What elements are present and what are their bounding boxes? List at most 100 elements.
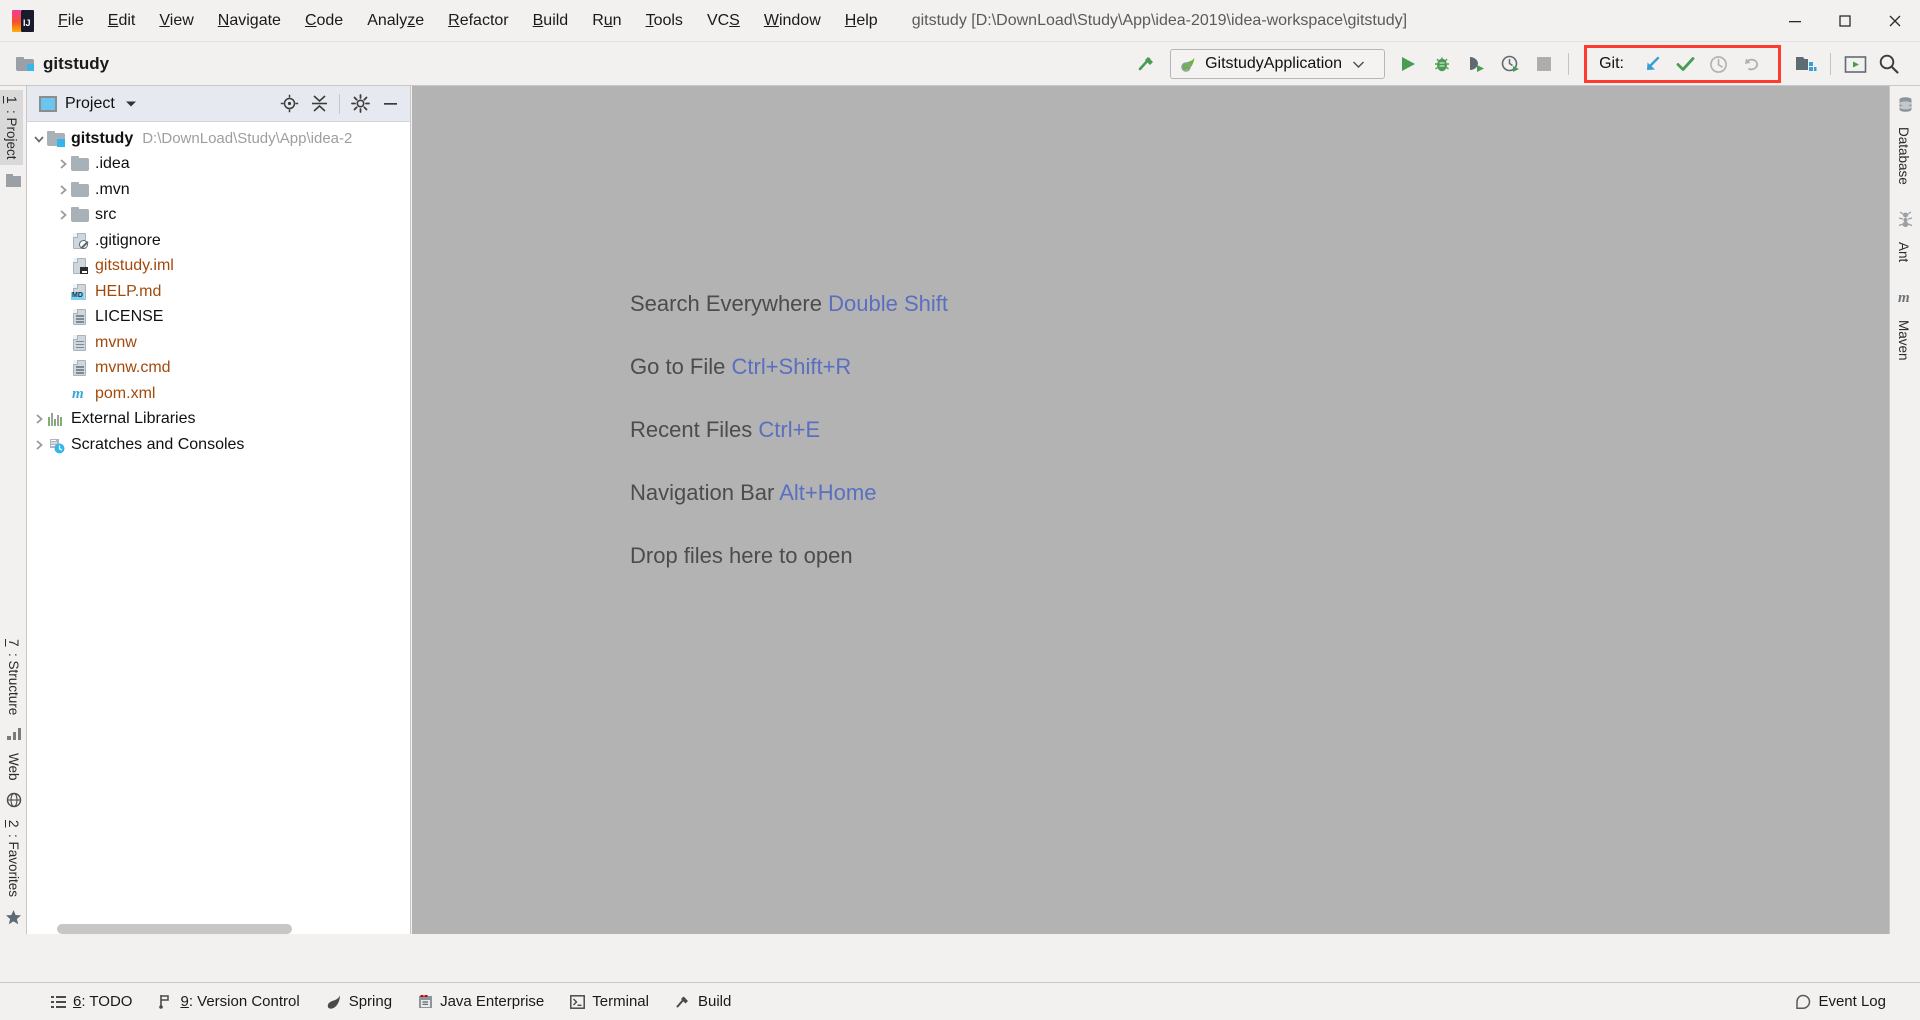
gear-icon[interactable] xyxy=(346,90,374,118)
menu-run[interactable]: Run xyxy=(580,0,633,42)
terminal-icon xyxy=(570,994,586,1009)
chevron-down-icon[interactable] xyxy=(125,100,137,108)
tree-label: src xyxy=(95,206,117,224)
git-rollback-icon[interactable] xyxy=(1735,49,1768,79)
status-item-version-control[interactable]: 9: Version Control xyxy=(145,983,312,1020)
minimize-button[interactable] xyxy=(1770,0,1820,42)
expand-arrow-icon[interactable] xyxy=(31,411,47,427)
sidebar-item-ant[interactable]: Ant xyxy=(1890,234,1917,270)
tree-row[interactable]: Scratches and Consoles xyxy=(27,432,410,458)
status-bar: 6: TODO 9: Version Control Spring Java E… xyxy=(0,982,1920,1020)
menu-window[interactable]: Window xyxy=(752,0,833,42)
sidebar-item-web[interactable]: Web xyxy=(2,747,25,787)
menu-navigate[interactable]: Navigate xyxy=(206,0,293,42)
tree-row[interactable]: m pom.xml xyxy=(27,381,410,407)
expand-arrow-icon[interactable] xyxy=(55,182,71,198)
sidebar-item-database[interactable]: Database xyxy=(1890,119,1917,193)
status-build-label: Build xyxy=(697,993,732,1010)
status-item-spring[interactable]: Spring xyxy=(313,983,405,1020)
collapse-all-icon[interactable] xyxy=(305,90,333,118)
sidebar-item-maven[interactable]: Maven xyxy=(1890,312,1917,369)
git-show-history-icon[interactable] xyxy=(1702,49,1735,79)
tree-label: gitstudy xyxy=(71,129,134,147)
sidebar-item-project[interactable]: 1: Project xyxy=(0,90,23,166)
status-item-build[interactable]: Build xyxy=(662,983,744,1020)
tree-row[interactable]: gitstudy D:\DownLoad\Study\App\idea-2 xyxy=(27,126,410,152)
toolbar-separator-2 xyxy=(1830,53,1831,75)
hint-shortcut: Ctrl+E xyxy=(758,417,821,442)
menu-build[interactable]: Build xyxy=(521,0,581,42)
tree-label: pom.xml xyxy=(95,384,156,402)
tree-row[interactable]: .gitignore xyxy=(27,228,410,254)
run-with-coverage-button[interactable] xyxy=(1459,47,1493,81)
tree-row[interactable]: LICENSE xyxy=(27,305,410,331)
build-hammer-icon[interactable] xyxy=(1130,47,1164,81)
hide-panel-icon[interactable] xyxy=(376,90,404,118)
structure-mini-icon[interactable] xyxy=(0,173,27,189)
tree-row[interactable]: gitstudy.iml xyxy=(27,254,410,280)
menu-tools[interactable]: Tools xyxy=(634,0,695,42)
tree-project-path: D:\DownLoad\Study\App\idea-2 xyxy=(142,130,353,148)
folder-icon xyxy=(71,206,89,224)
git-commit-icon[interactable] xyxy=(1669,49,1702,79)
iml-file-icon xyxy=(71,257,89,275)
stripe-project-num: 1 xyxy=(4,96,19,104)
tree-label: Scratches and Consoles xyxy=(71,435,245,453)
hint-action: Go to File xyxy=(630,354,726,379)
toolbar-right-group: GitstudyApplication Git: xyxy=(1130,42,1920,86)
tree-row[interactable]: External Libraries xyxy=(27,407,410,433)
text-file-icon xyxy=(71,334,89,352)
status-eventlog-label: Event Log xyxy=(1818,993,1886,1010)
expand-arrow-icon[interactable] xyxy=(55,156,71,172)
expand-arrow-icon[interactable] xyxy=(31,131,47,147)
structure-icon xyxy=(6,727,22,741)
git-update-project-icon[interactable] xyxy=(1636,49,1669,79)
expand-arrow-icon[interactable] xyxy=(31,437,47,453)
stop-button[interactable] xyxy=(1527,47,1561,81)
menu-file[interactable]: File xyxy=(46,0,96,42)
status-item-terminal[interactable]: Terminal xyxy=(557,983,662,1020)
locate-icon[interactable] xyxy=(275,90,303,118)
tree-row[interactable]: src xyxy=(27,203,410,229)
tree-row[interactable]: mvnw xyxy=(27,330,410,356)
maximize-button[interactable] xyxy=(1820,0,1870,42)
presentation-mode-button[interactable] xyxy=(1838,47,1872,81)
status-terminal-label: Terminal xyxy=(592,993,649,1010)
status-item-event-log[interactable]: Event Log xyxy=(1782,983,1920,1020)
menu-edit[interactable]: Edit xyxy=(96,0,148,42)
close-button[interactable] xyxy=(1870,0,1920,42)
debug-button[interactable] xyxy=(1425,47,1459,81)
tree-label: mvnw.cmd xyxy=(95,359,171,377)
panel-divider xyxy=(339,93,340,114)
toolbar-separator xyxy=(1568,53,1570,75)
main-toolbar: gitstudy GitstudyApplication Git: xyxy=(0,42,1920,86)
profiler-button[interactable] xyxy=(1493,47,1527,81)
project-panel-horizontal-scrollbar[interactable] xyxy=(57,924,292,934)
tree-row[interactable]: MD HELP.md xyxy=(27,279,410,305)
menu-code[interactable]: Code xyxy=(293,0,355,42)
menu-vcs[interactable]: VCS xyxy=(695,0,752,42)
status-spring-label: Spring xyxy=(348,993,393,1010)
run-button[interactable] xyxy=(1391,47,1425,81)
status-item-java-enterprise[interactable]: Java Enterprise xyxy=(405,983,557,1020)
sidebar-item-favorites[interactable]: 2: Favorites xyxy=(2,814,25,903)
chevron-down-icon xyxy=(1352,60,1365,69)
tree-row[interactable]: mvnw.cmd xyxy=(27,356,410,382)
status-item-todo[interactable]: 6: TODO xyxy=(38,983,145,1020)
expand-arrow-icon[interactable] xyxy=(55,207,71,223)
project-module-icon xyxy=(16,56,34,72)
menu-refactor[interactable]: Refactor xyxy=(436,0,520,42)
tree-label: HELP.md xyxy=(95,282,162,300)
hint-navigation-bar: Navigation Bar Alt+Home xyxy=(630,480,948,506)
tree-row[interactable]: .idea xyxy=(27,152,410,178)
run-configuration-selector[interactable]: GitstudyApplication xyxy=(1170,49,1386,79)
search-everywhere-button[interactable] xyxy=(1872,47,1906,81)
menu-view[interactable]: View xyxy=(147,0,205,42)
external-libraries-icon xyxy=(47,410,65,428)
menu-help[interactable]: Help xyxy=(833,0,890,42)
sidebar-item-structure[interactable]: 7: Structure xyxy=(2,633,25,721)
project-structure-button[interactable] xyxy=(1789,47,1823,81)
tree-label: .gitignore xyxy=(95,231,161,249)
tree-row[interactable]: .mvn xyxy=(27,177,410,203)
menu-analyze[interactable]: Analyze xyxy=(355,0,436,42)
